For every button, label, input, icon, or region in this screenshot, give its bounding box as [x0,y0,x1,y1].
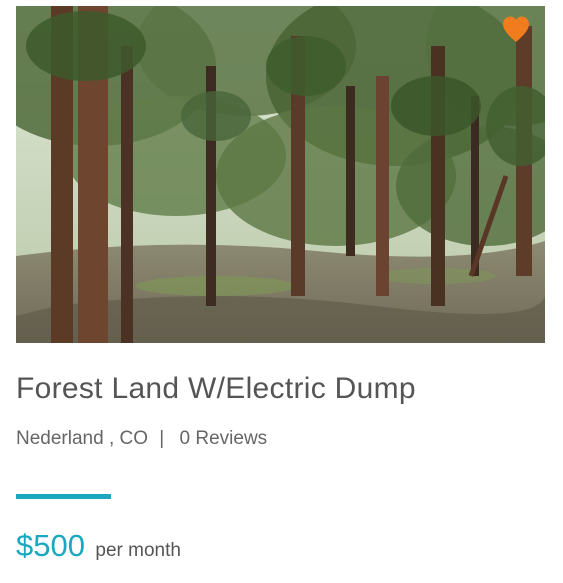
listing-location: Nederland , CO [16,428,149,449]
price-row: $500 per month [16,528,181,564]
price-period: per month [95,540,181,561]
listing-meta: Nederland , CO | 0 Reviews [16,428,267,450]
forest-image [16,6,545,343]
favorite-button[interactable] [501,15,531,43]
reviews-link[interactable]: 0 Reviews [180,428,268,449]
listing-card[interactable]: Forest Land W/Electric Dump Nederland , … [0,0,563,583]
heart-icon [503,16,529,42]
price-value: $500 [16,528,85,563]
accent-divider [16,494,111,499]
meta-separator: | [159,428,165,449]
listing-photo[interactable] [16,6,545,343]
listing-title[interactable]: Forest Land W/Electric Dump [16,372,416,406]
